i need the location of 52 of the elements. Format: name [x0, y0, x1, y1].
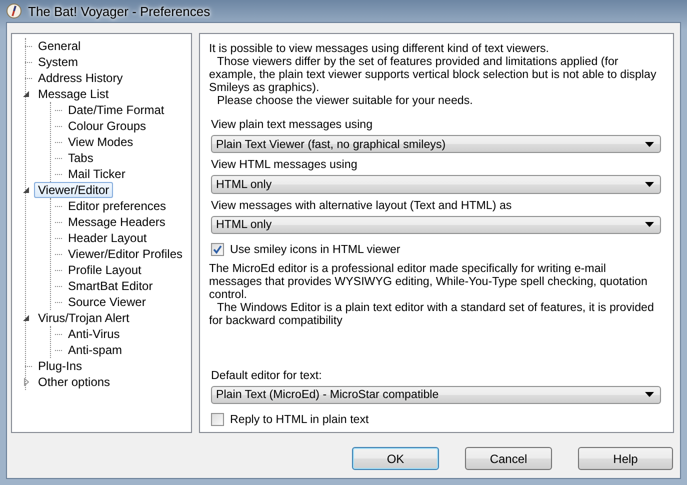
window-title: The Bat! Voyager - Preferences	[28, 4, 210, 18]
dialog-button[interactable]: Help	[578, 447, 673, 470]
description-text: The MicroEd editor is a professional editor made specifically for writing e-mail messages that provides WYSIWYG editing, While-You-Type spell checking, quotation control.	[209, 262, 648, 301]
field-label: View plain text messages using	[211, 118, 374, 132]
tree-item[interactable]: Viewer/Editor Profiles	[64, 246, 186, 262]
description-text: The Windows Editor is a plain text editor with a standard set of features, it is provided for backward compatibility	[209, 300, 655, 327]
tree-item[interactable]: Header Layout	[64, 230, 151, 246]
description-text: Please choose the viewer suitable for your needs.	[216, 94, 474, 107]
dropdown[interactable]: HTML only	[211, 216, 661, 234]
dropdown-arrow-icon	[645, 142, 654, 147]
tree-item[interactable]: Message List	[34, 86, 113, 102]
dialog-button[interactable]: Cancel	[465, 447, 552, 470]
dropdown[interactable]: Plain Text (MicroEd) - MicroStar compatible	[211, 386, 661, 404]
tree-item[interactable]: General	[34, 38, 85, 54]
checkbox-label: Use smiley icons in HTML viewer	[230, 242, 400, 256]
expanded-arrow-icon[interactable]	[23, 187, 29, 193]
tree-item[interactable]: Message Headers	[64, 214, 170, 230]
tree-item[interactable]: Viewer/Editor	[34, 182, 114, 198]
checkbox[interactable]	[211, 412, 224, 426]
collapsed-arrow-icon[interactable]	[24, 378, 28, 386]
tree-item[interactable]: View Modes	[64, 134, 138, 150]
tree-item[interactable]: Tabs	[64, 150, 98, 166]
tree-item[interactable]: Source Viewer	[64, 294, 150, 310]
tree-item[interactable]: Profile Layout	[64, 262, 146, 278]
dialog-button[interactable]: OK	[352, 447, 439, 470]
tree-item[interactable]: SmartBat Editor	[64, 278, 157, 294]
dropdown[interactable]: Plain Text Viewer (fast, no graphical smileys)	[211, 135, 661, 154]
checkbox[interactable]	[211, 242, 224, 256]
dropdown-arrow-icon	[645, 222, 654, 228]
tree-item[interactable]: Anti-spam	[64, 342, 126, 358]
description-text: Those viewers differ by the set of features provided and limitations applied (for example, the plain text viewer supports vertical block selection but is not able to display Smileys as graphics).	[209, 55, 658, 94]
dropdown-arrow-icon	[645, 392, 654, 398]
expanded-arrow-icon[interactable]	[23, 315, 29, 321]
tree-item[interactable]: Date/Time Format	[64, 102, 168, 118]
tree-item[interactable]: Anti-Virus	[64, 326, 124, 342]
expanded-arrow-icon[interactable]	[23, 91, 29, 97]
tree-item[interactable]: Virus/Trojan Alert	[34, 310, 134, 326]
description-text: It is possible to view messages using different kind of text viewers.	[209, 42, 550, 55]
tree-item[interactable]: Editor preferences	[64, 198, 170, 214]
tree-item[interactable]: Plug-Ins	[34, 358, 86, 374]
checkbox-label: Reply to HTML in plain text	[230, 412, 369, 426]
tree-item[interactable]: Other options	[34, 374, 114, 390]
tree-item[interactable]: Mail Ticker	[64, 166, 130, 182]
field-label: Default editor for text:	[211, 368, 323, 383]
field-label: View HTML messages using	[211, 158, 358, 172]
tree-item[interactable]: Address History	[34, 70, 127, 86]
tree-item[interactable]: System	[34, 54, 82, 70]
dropdown-arrow-icon	[645, 182, 654, 187]
tree-item[interactable]: Colour Groups	[64, 118, 150, 134]
dropdown[interactable]: HTML only	[211, 175, 661, 194]
app-icon	[6, 3, 22, 19]
field-label: View messages with alternative layout (Text and HTML) as	[211, 198, 513, 213]
